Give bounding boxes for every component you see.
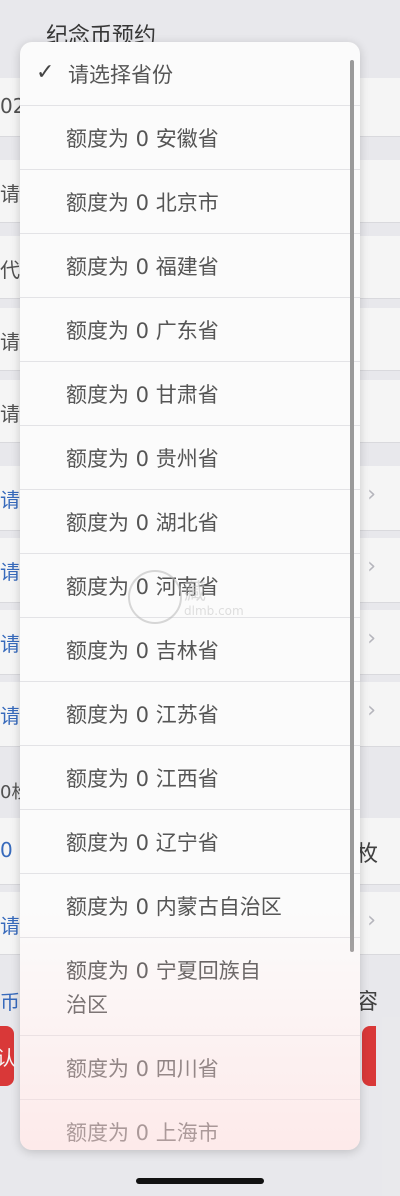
watermark-logo: 藏 dlmb.com — [128, 570, 278, 630]
option-gansu[interactable]: 额度为 0 甘肃省 — [20, 362, 360, 426]
option-fujian[interactable]: 额度为 0 福建省 — [20, 234, 360, 298]
checkmark-icon: ✓ — [36, 60, 55, 85]
option-shanghai[interactable]: 额度为 0 上海市 — [20, 1100, 360, 1150]
option-jiangxi[interactable]: 额度为 0 江西省 — [20, 746, 360, 810]
option-beijing[interactable]: 额度为 0 北京市 — [20, 170, 360, 234]
option-anhui[interactable]: 额度为 0 安徽省 — [20, 106, 360, 170]
option-placeholder[interactable]: ✓ 请选择省份 — [20, 42, 360, 106]
home-indicator — [136, 1178, 264, 1184]
option-liaoning[interactable]: 额度为 0 辽宁省 — [20, 810, 360, 874]
option-guizhou[interactable]: 额度为 0 贵州省 — [20, 426, 360, 490]
option-neimenggu[interactable]: 额度为 0 内蒙古自治区 — [20, 874, 360, 938]
scrollbar[interactable] — [350, 60, 354, 952]
option-guangdong[interactable]: 额度为 0 广东省 — [20, 298, 360, 362]
option-jiangsu[interactable]: 额度为 0 江苏省 — [20, 682, 360, 746]
option-ningxia[interactable]: 额度为 0 宁夏回族自治区 — [20, 938, 360, 1036]
watermark-seal-icon — [128, 570, 182, 624]
option-sichuan[interactable]: 额度为 0 四川省 — [20, 1036, 360, 1100]
option-hubei[interactable]: 额度为 0 湖北省 — [20, 490, 360, 554]
